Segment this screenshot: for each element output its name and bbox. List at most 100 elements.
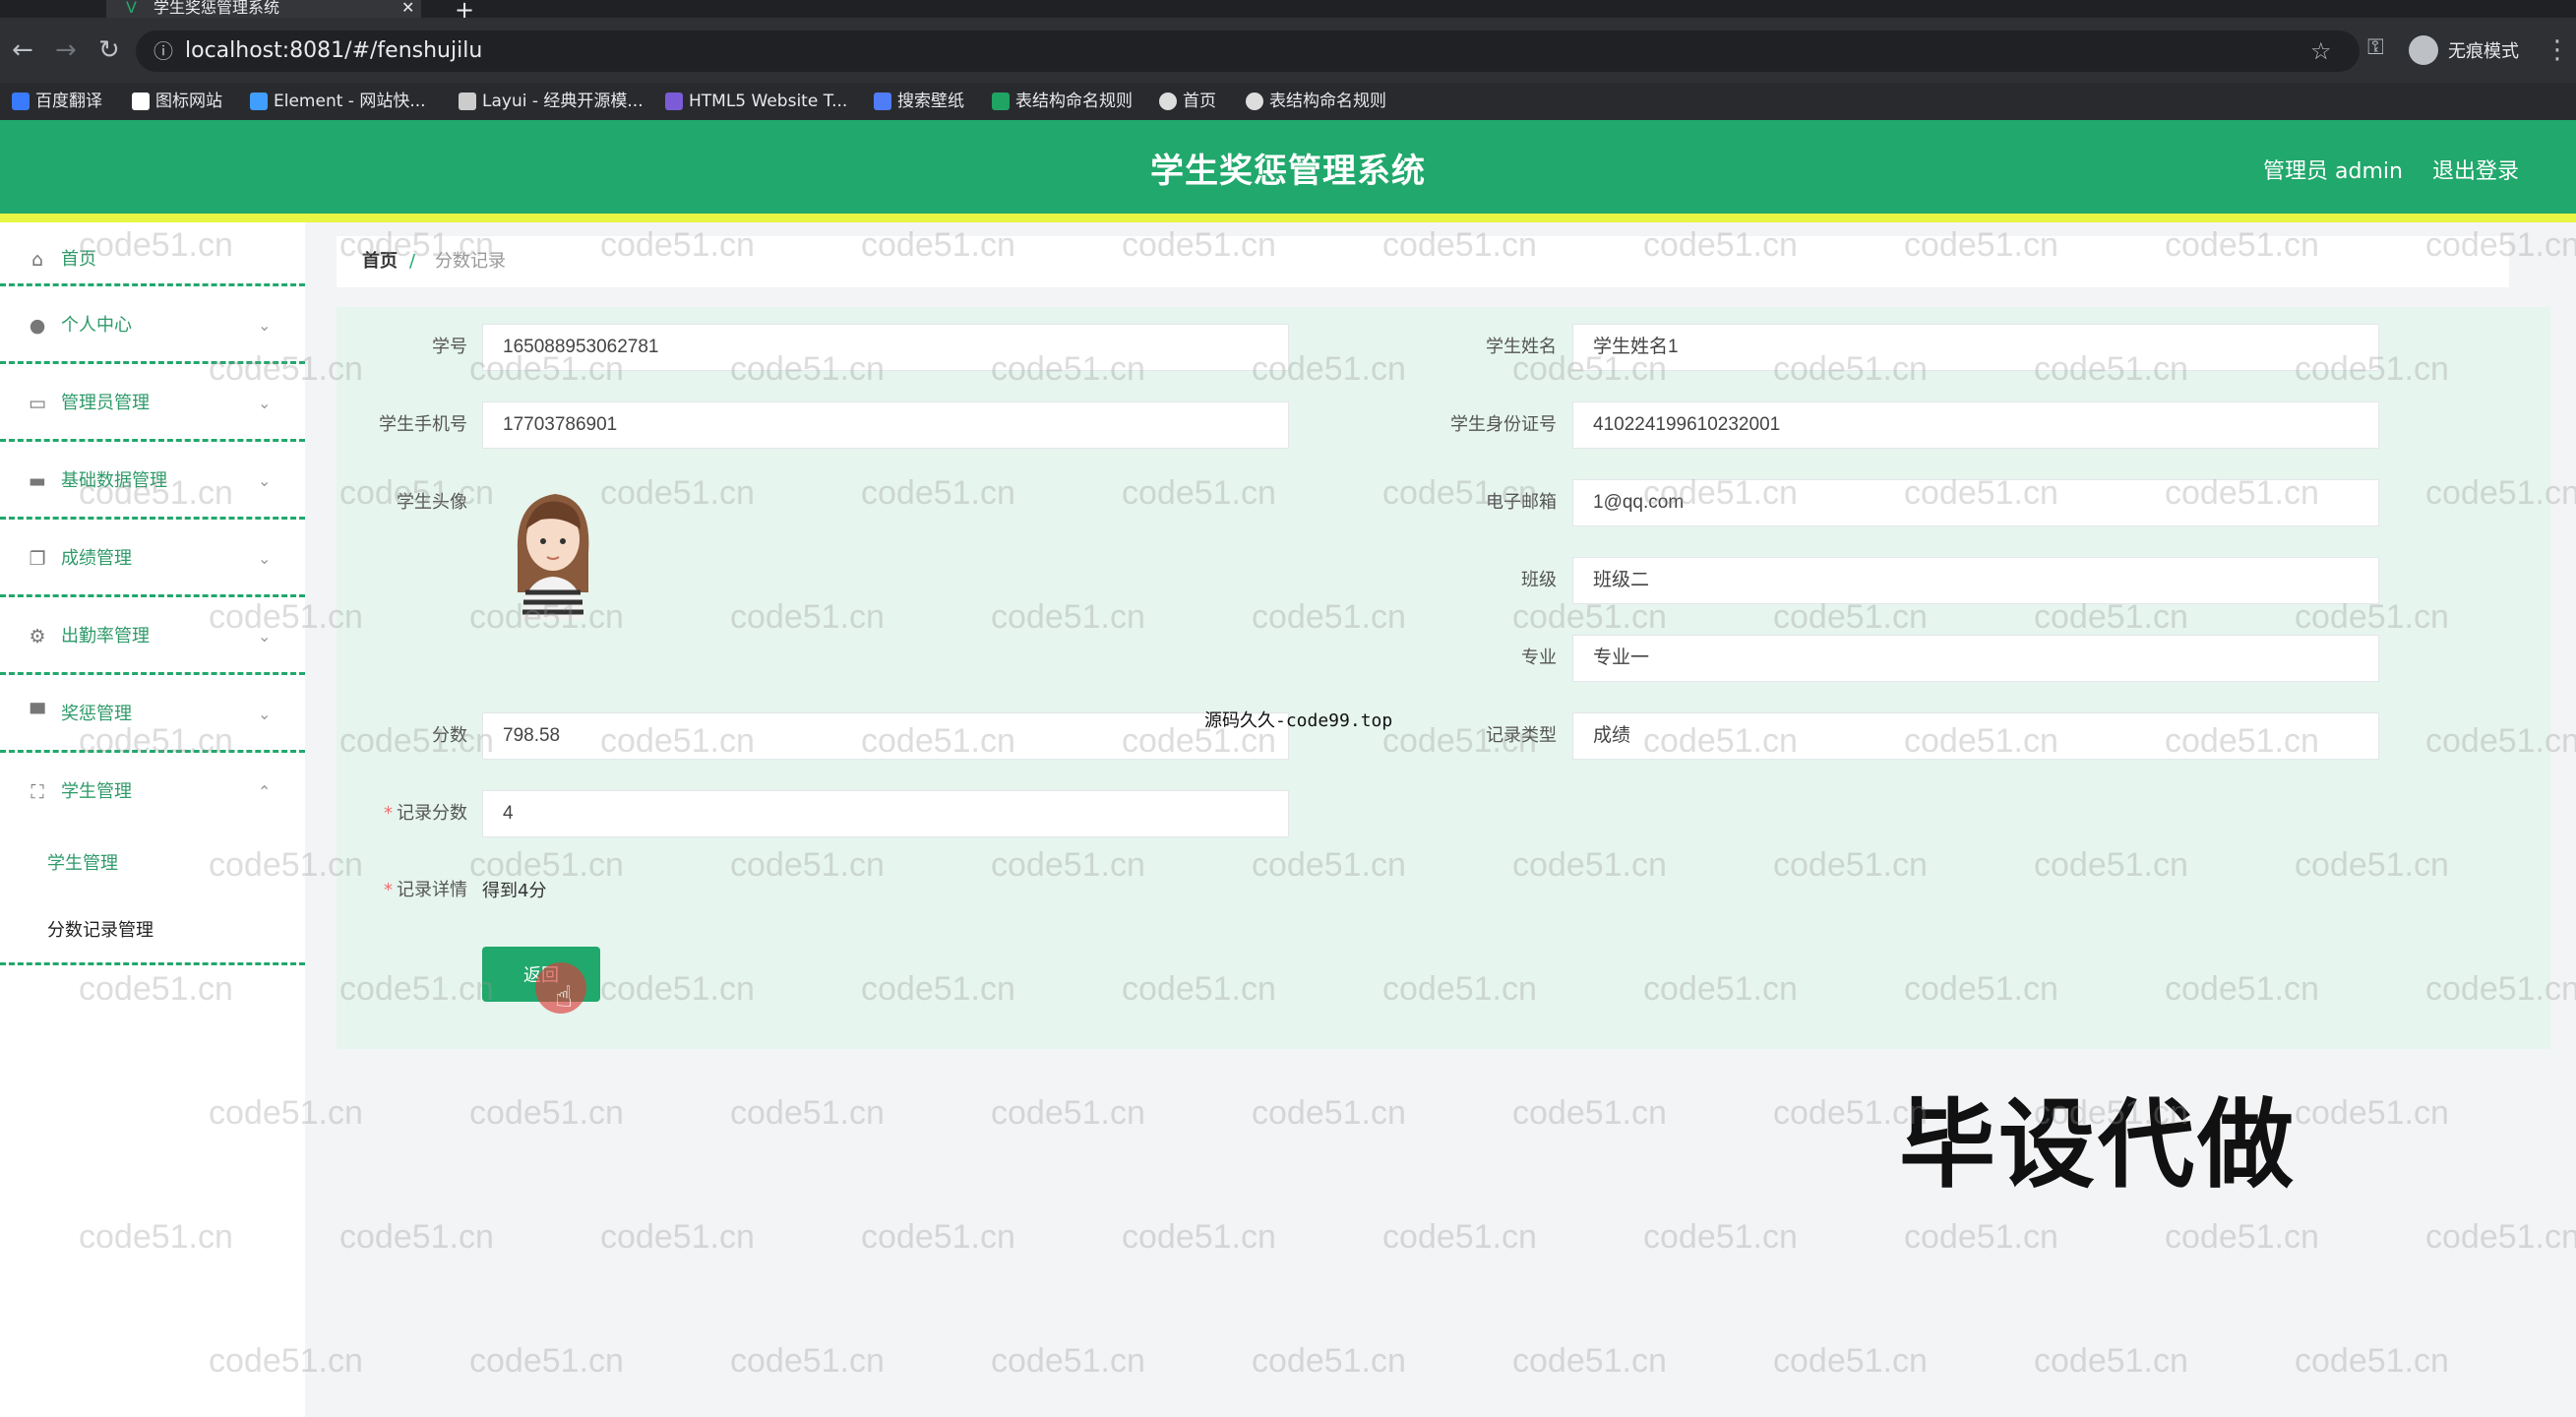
watermark-text: code51.cn: [991, 1094, 1145, 1132]
class-field[interactable]: 班级二: [1572, 557, 2379, 604]
chevron-down-icon: ⌄: [258, 705, 272, 723]
watermark-text: code51.cn: [1252, 1094, 1406, 1132]
watermark-text: code51.cn: [2295, 1342, 2449, 1380]
watermark-text: code51.cn: [469, 1094, 624, 1132]
record-detail-label-text: 记录详情: [397, 880, 467, 900]
sidebar-item-students[interactable]: ⛶ 学生管理 ⌃: [0, 755, 305, 830]
id-card-field[interactable]: 410224199610232001: [1572, 401, 2379, 449]
score-field[interactable]: 798.58: [482, 712, 1289, 760]
sidebar: ⌂ 首页 ● 个人中心 ⌄ ▭ 管理员管理 ⌄ ▬ 基础数据管理 ⌄ ❐ 成绩管…: [0, 222, 305, 1417]
breadcrumb-home[interactable]: 首页: [362, 236, 398, 287]
email-field[interactable]: 1@qq.com: [1572, 479, 2379, 526]
bookmark-item[interactable]: 百度翻译: [12, 91, 102, 112]
incognito-label: 无痕模式: [2448, 41, 2519, 62]
bookmark-label: 表结构命名规则: [1015, 92, 1133, 111]
globe-icon: [1159, 92, 1177, 110]
divider: [0, 962, 305, 965]
bookmark-item[interactable]: 图标网站: [132, 91, 222, 112]
watermark-text: code51.cn: [339, 1218, 494, 1256]
header-stripe: [0, 214, 2576, 222]
watermark-text: code51.cn: [1512, 1342, 1667, 1380]
tab-close-icon[interactable]: ✕: [401, 0, 414, 16]
address-bar[interactable]: ⓘ localhost:8081/#/fenshujilu ☆: [136, 31, 2360, 72]
element-icon: [250, 92, 268, 110]
watermark-text: code51.cn: [2425, 1218, 2576, 1256]
reload-icon[interactable]: ↻: [98, 37, 120, 63]
watermark-text: code51.cn: [730, 1094, 885, 1132]
watermark-text: code51.cn: [1773, 1342, 1928, 1380]
student-no-field[interactable]: 165088953062781: [482, 324, 1289, 371]
record-score-field[interactable]: 4: [482, 790, 1289, 837]
sidebar-item-admin-management[interactable]: ▭ 管理员管理 ⌄: [0, 366, 305, 441]
watermark-text: code51.cn: [2295, 1094, 2449, 1132]
bookmark-item[interactable]: 表结构命名规则: [1246, 91, 1386, 112]
id-card-label: 学生身份证号: [1450, 414, 1557, 435]
record-type-label: 记录类型: [1486, 725, 1557, 746]
bookmarks-bar: 百度翻译 图标网站 Element - 网站快... Layui - 经典开源模…: [0, 83, 2576, 120]
sidebar-item-label: 成绩管理: [61, 548, 132, 569]
copy-icon: ❐: [29, 548, 46, 570]
sidebar-item-personal-center[interactable]: ● 个人中心 ⌄: [0, 288, 305, 363]
bookmark-label: HTML5 Website T...: [689, 92, 848, 111]
back-button[interactable]: 返回: [482, 947, 600, 1002]
sidebar-item-label: 管理员管理: [61, 393, 150, 413]
info-icon[interactable]: ⓘ: [153, 31, 173, 72]
sidebar-item-attendance[interactable]: ⚙ 出勤率管理 ⌄: [0, 599, 305, 674]
bookmark-star-icon[interactable]: ☆: [2310, 31, 2332, 72]
bookmark-item[interactable]: 首页: [1159, 91, 1216, 112]
bookmark-item[interactable]: HTML5 Website T...: [665, 91, 847, 112]
bookmark-item[interactable]: Layui - 经典开源模...: [459, 91, 644, 112]
watermark-text: code51.cn: [991, 1342, 1145, 1380]
sidebar-item-label: 个人中心: [61, 315, 132, 336]
bookmark-item[interactable]: Element - 网站快...: [250, 91, 426, 112]
sidebar-item-base-data[interactable]: ▬ 基础数据管理 ⌄: [0, 444, 305, 519]
chat-icon: ▬: [29, 470, 46, 492]
bookmark-label: 百度翻译: [35, 92, 102, 111]
watermark-text: code51.cn: [2034, 1342, 2188, 1380]
major-label: 专业: [1521, 647, 1557, 668]
sidebar-item-rewards[interactable]: ▀ 奖惩管理 ⌄: [0, 677, 305, 752]
logout-link[interactable]: 退出登录: [2432, 154, 2519, 185]
bookmark-label: 首页: [1183, 92, 1216, 111]
bookmark-label: 图标网站: [155, 92, 222, 111]
score-label: 分数: [432, 725, 467, 746]
major-field[interactable]: 专业一: [1572, 635, 2379, 682]
bookmark-label: 表结构命名规则: [1269, 92, 1386, 111]
student-name-label: 学生姓名: [1486, 337, 1557, 357]
browser-tab[interactable]: V 学生奖惩管理系统 ✕: [106, 0, 421, 18]
required-mark: *: [384, 803, 393, 824]
watermark-text: code51.cn: [730, 1342, 885, 1380]
record-detail-text: 得到4分: [482, 881, 547, 901]
system-title: 学生奖惩管理系统: [1150, 152, 1426, 191]
back-arrow-icon[interactable]: ←: [12, 37, 33, 63]
watermark-text: code51.cn: [600, 1218, 755, 1256]
student-name-field[interactable]: 学生姓名1: [1572, 324, 2379, 371]
student-avatar: [504, 482, 602, 620]
sidebar-item-label: 奖惩管理: [61, 704, 132, 724]
gear-icon: ⚙: [29, 626, 46, 647]
record-score-label-text: 记录分数: [397, 803, 467, 824]
watermark-text: code51.cn: [1382, 1218, 1537, 1256]
bookmark-label: Element - 网站快...: [274, 92, 426, 111]
forward-arrow-icon[interactable]: →: [55, 37, 77, 63]
divider: [0, 750, 305, 753]
incognito-icon: [2409, 35, 2438, 65]
sidebar-subitem-score-records[interactable]: 分数记录管理: [47, 911, 303, 951]
promo-overlay-text: 毕设代做: [1899, 1089, 2298, 1201]
watermark-text: code51.cn: [861, 1218, 1015, 1256]
phone-field[interactable]: 17703786901: [482, 401, 1289, 449]
source-overlay-text: 源码久久-code99.top: [1204, 710, 1393, 731]
key-icon[interactable]: ⚿: [2367, 35, 2384, 61]
divider: [0, 283, 305, 286]
bookmark-item[interactable]: 表结构命名规则: [992, 91, 1133, 112]
browser-menu-icon[interactable]: ⋮: [2545, 37, 2570, 63]
breadcrumb: 首页 / 分数记录: [337, 236, 2509, 287]
watermark-text: code51.cn: [1122, 1218, 1276, 1256]
sidebar-item-grades[interactable]: ❐ 成绩管理 ⌄: [0, 522, 305, 596]
student-no-label: 学号: [432, 337, 467, 357]
divider: [0, 594, 305, 597]
bookmark-item[interactable]: 搜索壁纸: [874, 91, 964, 112]
record-type-field[interactable]: 成绩: [1572, 712, 2379, 760]
sidebar-subitem-student-management[interactable]: 学生管理: [47, 844, 303, 884]
chevron-down-icon: ⌄: [258, 549, 272, 568]
